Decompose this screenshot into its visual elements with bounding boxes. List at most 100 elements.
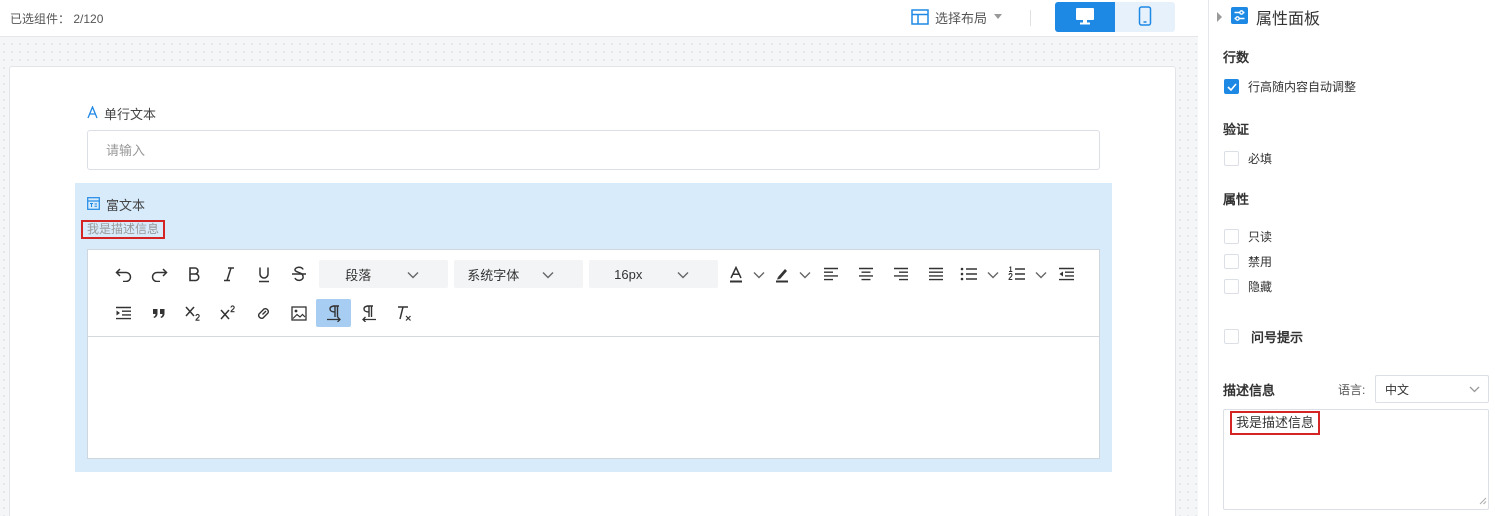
align-justify-button[interactable] [918, 260, 953, 288]
rich-text-label-text: 富文本 [106, 198, 146, 213]
bullet-list-button[interactable] [953, 260, 1001, 288]
rich-text-editor: 段落 系统字体 16px [87, 249, 1100, 459]
check-icon [1226, 80, 1237, 94]
language-select[interactable]: 中文 [1375, 375, 1489, 403]
strikethrough-button[interactable] [281, 260, 316, 288]
single-text-label-text: 单行文本 [104, 107, 157, 122]
panel-settings-icon [1231, 7, 1248, 27]
layout-select[interactable]: 选择布局 [911, 7, 1003, 27]
blockquote-button[interactable] [141, 299, 176, 327]
panel-title: 属性面板 [1256, 11, 1321, 28]
auto-height-checkbox-row[interactable]: 行高随内容自动调整 [1224, 78, 1356, 95]
italic-button[interactable] [211, 260, 246, 288]
align-justify-icon [928, 267, 944, 281]
superscript-button[interactable] [211, 299, 246, 327]
text-a-icon [87, 104, 98, 122]
paragraph-select-value: 段落 [345, 267, 372, 283]
description-text: 我是描述信息 [1230, 411, 1321, 435]
undo-icon [114, 266, 133, 282]
device-toggle [1055, 2, 1175, 32]
editor-toolbar: 段落 系统字体 16px [88, 250, 1099, 337]
clear-format-button[interactable] [386, 299, 421, 327]
language-select-value: 中文 [1385, 382, 1410, 397]
required-label: 必填 [1248, 152, 1273, 166]
highlight-color-icon [774, 266, 790, 283]
outdent-icon [1058, 267, 1075, 281]
paragraph-select[interactable]: 段落 [319, 260, 448, 288]
auto-height-label: 行高随内容自动调整 [1248, 80, 1357, 94]
numbered-list-button[interactable] [1001, 260, 1049, 288]
desktop-icon [1075, 7, 1095, 28]
link-icon [255, 305, 272, 322]
hidden-checkbox-row[interactable]: 隐藏 [1224, 278, 1272, 295]
chevron-down-icon [753, 267, 765, 282]
resize-handle-icon[interactable] [1479, 493, 1487, 508]
disabled-checkbox[interactable] [1224, 254, 1239, 269]
superscript-icon [219, 305, 238, 321]
layout-icon [911, 9, 929, 25]
align-center-button[interactable] [848, 260, 883, 288]
required-checkbox-row[interactable]: 必填 [1224, 150, 1272, 167]
tooltip-checkbox[interactable] [1224, 329, 1239, 344]
font-family-select[interactable]: 系统字体 [454, 260, 583, 288]
mobile-view-button[interactable] [1115, 2, 1175, 32]
font-color-button[interactable] [721, 260, 767, 288]
panel-header[interactable]: 属性面板 [1217, 7, 1321, 28]
font-size-select[interactable]: 16px [589, 260, 718, 288]
redo-icon [150, 266, 168, 282]
hidden-label: 隐藏 [1248, 280, 1273, 294]
mobile-icon [1138, 5, 1152, 29]
auto-height-checkbox[interactable] [1224, 79, 1239, 94]
ltr-icon [325, 304, 343, 322]
redo-button[interactable] [141, 260, 176, 288]
outdent-button[interactable] [1049, 260, 1084, 288]
underline-icon [257, 266, 271, 283]
section-title-attributes: 属性 [1223, 192, 1250, 207]
single-text-input[interactable] [87, 130, 1100, 170]
font-color-icon [728, 265, 744, 283]
rich-text-description: 我是描述信息 [81, 220, 166, 239]
disabled-checkbox-row[interactable]: 禁用 [1224, 253, 1272, 270]
underline-button[interactable] [246, 260, 281, 288]
readonly-checkbox-row[interactable]: 只读 [1224, 228, 1272, 245]
caret-down-icon [993, 14, 1003, 20]
topbar-divider [1030, 10, 1031, 26]
tooltip-checkbox-row[interactable]: 问号提示 [1224, 327, 1303, 346]
align-right-icon [893, 267, 909, 281]
chevron-down-icon [521, 267, 576, 282]
tooltip-label: 问号提示 [1251, 330, 1304, 345]
image-icon [290, 305, 307, 321]
subscript-button[interactable] [176, 299, 211, 327]
desktop-view-button[interactable] [1055, 2, 1115, 32]
ltr-direction-button[interactable] [316, 299, 351, 327]
undo-button[interactable] [106, 260, 141, 288]
link-button[interactable] [246, 299, 281, 327]
editor-content-area[interactable] [88, 338, 1099, 458]
align-right-button[interactable] [883, 260, 918, 288]
property-panel: 属性面板 行数 行高随内容自动调整 验证 必填 属性 只读 禁用 隐藏 问号提示… [1208, 0, 1495, 516]
image-button[interactable] [281, 299, 316, 327]
chevron-down-icon [1469, 382, 1480, 396]
rtl-icon [360, 304, 378, 322]
disabled-label: 禁用 [1248, 255, 1273, 269]
numbered-list-icon [1008, 266, 1026, 282]
section-title-rows: 行数 [1223, 50, 1250, 65]
layout-select-label: 选择布局 [935, 10, 988, 26]
rich-text-field-selected[interactable]: 富文本 我是描述信息 段落 系统字体 16px [75, 183, 1112, 472]
bold-button[interactable] [176, 260, 211, 288]
single-text-field-label[interactable]: 单行文本 [87, 104, 156, 123]
rtl-direction-button[interactable] [351, 299, 386, 327]
required-checkbox[interactable] [1224, 151, 1239, 166]
description-textarea[interactable]: 我是描述信息 [1223, 409, 1489, 510]
strikethrough-icon [291, 266, 307, 282]
font-size-select-value: 16px [614, 266, 643, 282]
language-label: 语言: [1338, 383, 1366, 397]
highlight-color-button[interactable] [767, 260, 813, 288]
align-left-button[interactable] [813, 260, 848, 288]
form-canvas-card: 单行文本 富文本 我是描述信息 [9, 66, 1176, 516]
hidden-checkbox[interactable] [1224, 279, 1239, 294]
design-canvas: 已选组件： 2/120 选择布局 单行文本 请输入 富文本 我是描述信息 段落 … [0, 0, 1198, 516]
chevron-down-icon [987, 267, 999, 282]
indent-button[interactable] [106, 299, 141, 327]
readonly-checkbox[interactable] [1224, 229, 1239, 244]
